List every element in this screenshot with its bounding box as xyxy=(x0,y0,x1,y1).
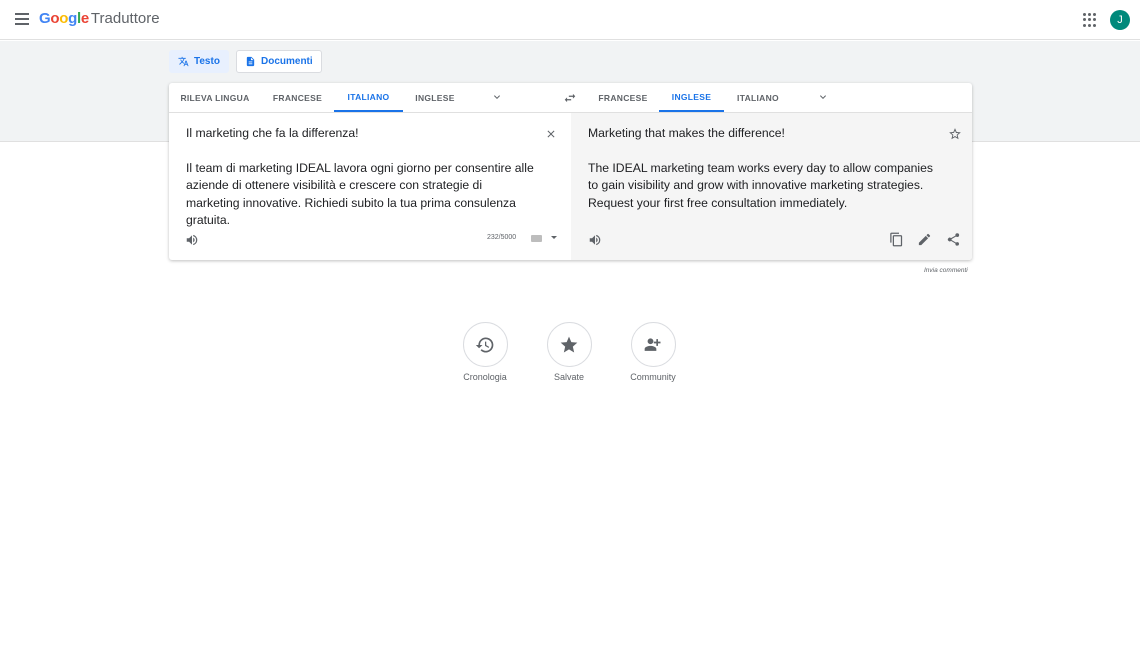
top-bar: Google Traduttore J xyxy=(0,0,1140,40)
star-filled-icon xyxy=(560,336,578,352)
source-lang-french[interactable]: FRANCESE xyxy=(261,83,334,112)
character-counter: 232/5000 xyxy=(487,234,517,241)
community-icon xyxy=(644,337,661,351)
saved-button[interactable]: Salvate xyxy=(539,322,599,382)
source-lang-detect[interactable]: RILEVA LINGUA xyxy=(169,83,261,112)
translation-output: Marketing that makes the difference! The… xyxy=(588,125,938,212)
target-lang-french[interactable]: FRANCESE xyxy=(587,83,659,112)
source-line-1: Il marketing che fa la differenza! xyxy=(186,126,359,140)
target-more-languages-chevron-down-icon[interactable] xyxy=(817,91,829,103)
google-translate-logo[interactable]: Google Traduttore xyxy=(39,10,160,27)
google-logo-text: Google xyxy=(39,10,89,27)
mode-text-label: Testo xyxy=(194,56,220,67)
history-icon xyxy=(475,336,494,352)
avatar[interactable]: J xyxy=(1110,10,1130,30)
document-icon xyxy=(246,56,255,67)
target-pane: Marketing that makes the difference! The… xyxy=(571,113,972,260)
saved-label: Salvate xyxy=(553,372,585,382)
target-line-1: Marketing that makes the difference! xyxy=(588,126,785,140)
product-name: Traduttore xyxy=(90,10,160,27)
target-listen-speaker-icon[interactable] xyxy=(588,233,602,247)
target-lang-italian[interactable]: ITALIANO xyxy=(724,83,792,112)
history-label: Cronologia xyxy=(463,372,507,382)
source-more-languages-chevron-down-icon[interactable] xyxy=(491,91,503,103)
share-translation-icon[interactable] xyxy=(946,232,961,247)
keyboard-icon[interactable] xyxy=(531,235,542,242)
mode-documents-button[interactable]: Documenti xyxy=(236,50,322,73)
clear-source-close-icon[interactable] xyxy=(545,128,557,140)
mode-text-button[interactable]: Testo xyxy=(169,50,229,73)
apps-grid-icon[interactable] xyxy=(1083,13,1097,27)
source-textarea[interactable]: Il marketing che fa la differenza! Il te… xyxy=(186,125,536,230)
save-translation-star-icon[interactable] xyxy=(948,127,962,141)
menu-icon[interactable] xyxy=(12,10,32,30)
translation-card: RILEVA LINGUA FRANCESE ITALIANO INGLESE … xyxy=(169,83,972,260)
saved-circle[interactable] xyxy=(546,322,592,367)
community-circle[interactable] xyxy=(630,322,676,367)
target-lang-english[interactable]: INGLESE xyxy=(659,83,724,112)
send-feedback-link[interactable]: Invia commenti xyxy=(924,267,968,274)
history-button[interactable]: Cronologia xyxy=(455,322,515,382)
source-listen-speaker-icon[interactable] xyxy=(185,233,199,247)
source-lang-italian[interactable]: ITALIANO xyxy=(334,83,403,112)
history-circle[interactable] xyxy=(462,322,508,367)
community-label: Community xyxy=(630,372,676,382)
language-bar: RILEVA LINGUA FRANCESE ITALIANO INGLESE … xyxy=(169,83,972,113)
translate-icon xyxy=(178,56,189,67)
suggest-edit-pencil-icon[interactable] xyxy=(917,232,932,247)
target-line-2: The IDEAL marketing team works every day… xyxy=(588,160,934,210)
swap-languages-icon[interactable] xyxy=(563,91,577,105)
source-line-2: Il team di marketing IDEAL lavora ogni g… xyxy=(186,160,534,228)
input-tools-dropdown-icon[interactable] xyxy=(551,236,557,239)
source-lang-english[interactable]: INGLESE xyxy=(403,83,467,112)
community-button[interactable]: Community xyxy=(623,322,683,382)
source-pane[interactable]: Il marketing che fa la differenza! Il te… xyxy=(169,113,571,260)
mode-documents-label: Documenti xyxy=(261,56,313,67)
copy-translation-icon[interactable] xyxy=(889,232,904,247)
